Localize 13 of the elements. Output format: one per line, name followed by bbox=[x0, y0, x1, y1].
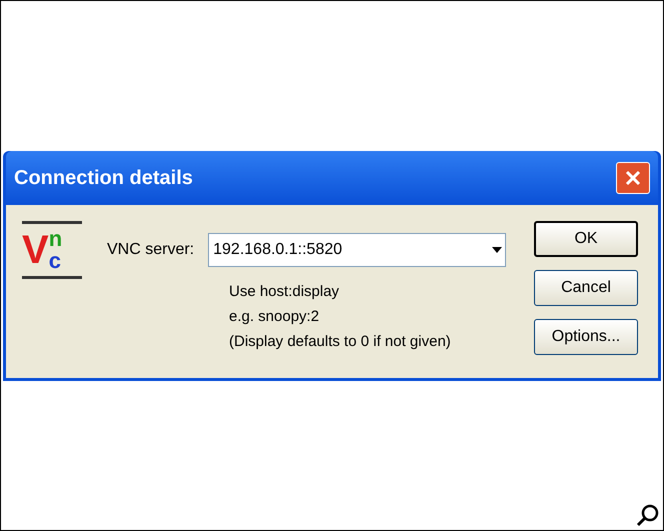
magnifier-icon[interactable] bbox=[636, 503, 660, 527]
hint-text: (Display defaults to 0 if not given) bbox=[229, 332, 452, 352]
close-button[interactable] bbox=[616, 162, 650, 194]
hint-text: Use host:display bbox=[229, 282, 340, 302]
dialog-button[interactable]: Options... bbox=[534, 319, 638, 355]
dropdown-arrow-icon bbox=[491, 246, 504, 254]
dialog-button[interactable]: Cancel bbox=[534, 270, 638, 306]
dialog-button[interactable]: OK bbox=[534, 221, 638, 257]
window-title: Connection details bbox=[14, 166, 193, 191]
server-label: VNC server: bbox=[107, 240, 194, 260]
server-combobox[interactable]: 192.168.0.1::5820 bbox=[208, 233, 506, 267]
close-icon bbox=[624, 169, 642, 187]
hint-text: e.g. snoopy:2 bbox=[229, 307, 320, 327]
